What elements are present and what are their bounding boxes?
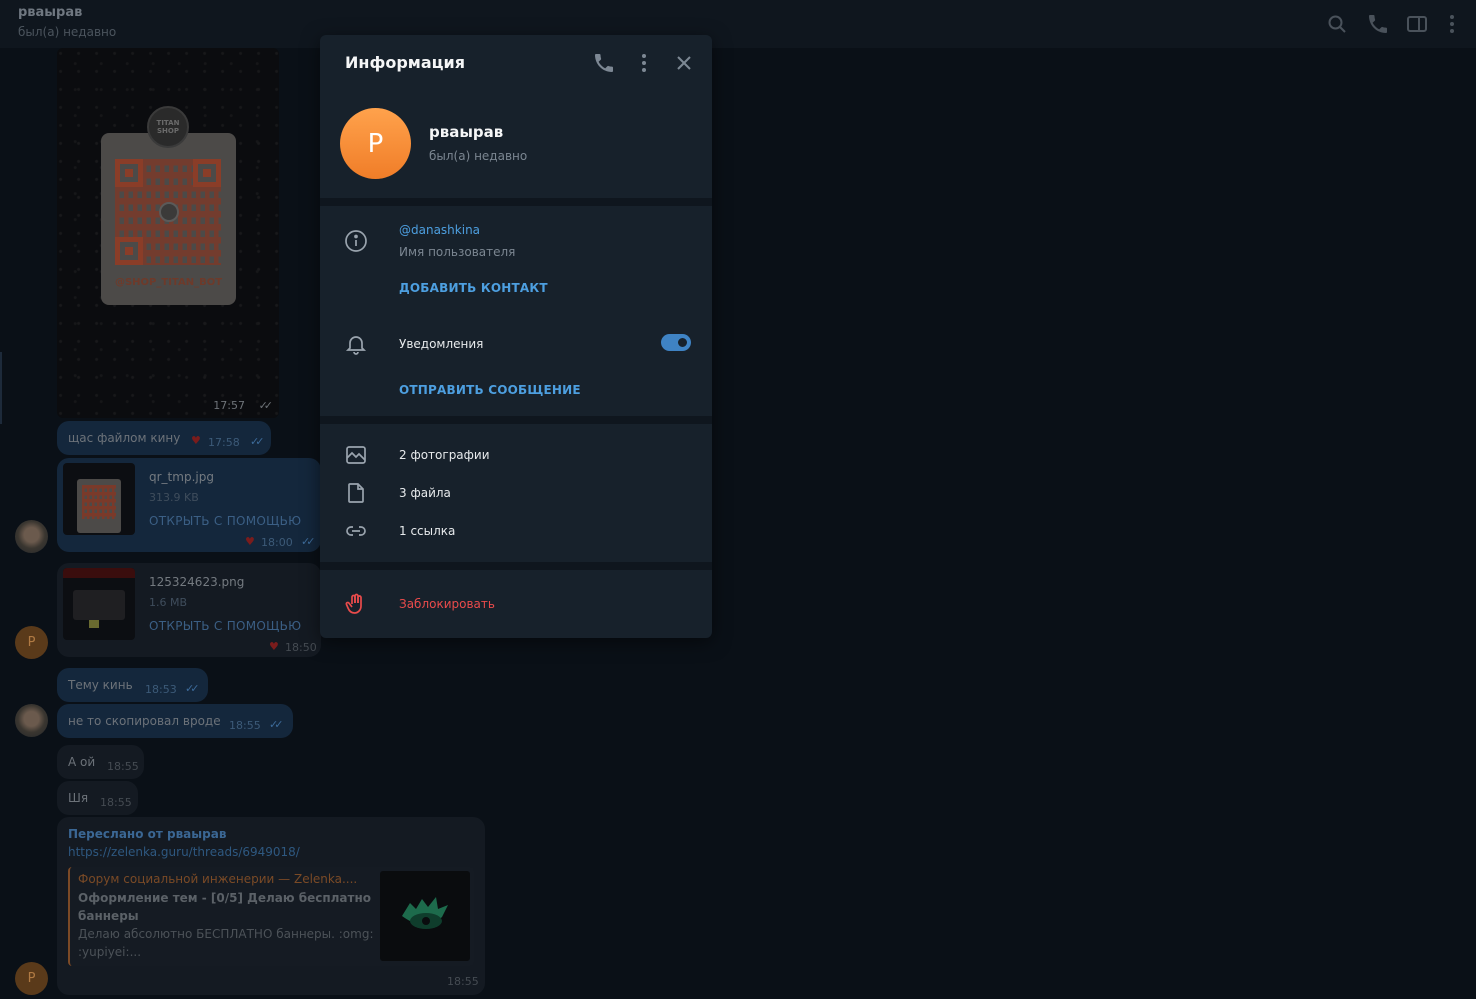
file-size: 1.6 MB (149, 596, 188, 609)
message-bubble[interactable]: Тему кинь 18:53 ✓✓ (57, 668, 208, 702)
photo-icon (344, 443, 368, 467)
profile-status: был(а) недавно (429, 149, 528, 163)
divider (320, 562, 712, 570)
divider (320, 198, 712, 206)
links-count[interactable]: 1 ссылка (399, 524, 455, 538)
message-time: 18:53 (145, 683, 177, 696)
qr-corner (115, 237, 143, 265)
info-panel: Информация P рваырав был(а) недавно @dan… (320, 35, 712, 638)
message-time: 17:57 (213, 399, 245, 412)
profile-avatar[interactable]: P (340, 108, 411, 179)
message-time: 18:55 (100, 796, 132, 809)
chat-status: был(а) недавно (18, 25, 117, 39)
notifications-toggle[interactable] (661, 334, 691, 351)
preview-title: Форум социальной инженерии — Zelenka.... (78, 872, 358, 886)
divider (320, 416, 712, 424)
preview-description: Делаю абсолютно БЕСПЛАТНО баннеры. :omg:… (78, 927, 374, 959)
block-hand-icon (344, 592, 368, 616)
message-text: А ой (68, 755, 96, 769)
files-count[interactable]: 3 файла (399, 486, 451, 500)
open-with-button[interactable]: ОТКРЫТЬ С ПОМОЩЬЮ (149, 619, 301, 633)
link-icon (344, 519, 368, 543)
qr-code-card: @SHOP_TITAN_BOT (101, 133, 236, 305)
phone-icon[interactable] (592, 51, 616, 75)
notifications-label: Уведомления (399, 337, 484, 351)
preview-subtitle: Оформление тем - [0/5] Делаю бесплатно б… (78, 891, 372, 923)
read-ticks-icon: ✓✓ (269, 718, 284, 731)
search-icon[interactable] (1325, 12, 1349, 36)
file-message[interactable]: qr_tmp.jpg 313.9 KB ОТКРЫТЬ С ПОМОЩЬЮ ♥ … (57, 458, 321, 552)
chat-header: рваырав был(а) недавно (0, 0, 1476, 48)
telegram-logo-icon (159, 202, 179, 222)
message-time: 18:55 (447, 975, 479, 988)
qr-corner (115, 159, 143, 187)
file-message[interactable]: 125324623.png 1.6 MB ОТКРЫТЬ С ПОМОЩЬЮ ♥… (57, 563, 321, 657)
photos-count[interactable]: 2 фотографии (399, 448, 490, 462)
add-contact-button[interactable]: ДОБАВИТЬ КОНТАКТ (399, 281, 548, 295)
send-message-button[interactable]: ОТПРАВИТЬ СООБЩЕНИЕ (399, 383, 581, 397)
message-bubble[interactable]: А ой 18:55 (57, 745, 144, 779)
read-ticks-icon: ✓✓ (250, 435, 265, 448)
block-user-button[interactable]: Заблокировать (399, 597, 495, 611)
file-size: 313.9 KB (149, 491, 199, 504)
bell-icon (344, 332, 368, 356)
open-with-button[interactable]: ОТКРЫТЬ С ПОМОЩЬЮ (149, 514, 301, 528)
more-vertical-icon[interactable] (632, 51, 656, 75)
file-thumbnail[interactable] (63, 568, 135, 640)
read-ticks-icon: ✓✓ (258, 399, 274, 412)
preview-image (380, 871, 470, 961)
forwarded-message[interactable]: Переслано от рваырав https://zelenka.gur… (57, 817, 485, 995)
message-text: не то скопировал вроде (68, 714, 221, 728)
avatar[interactable] (15, 520, 48, 553)
shop-logo: TITAN SHOP (147, 106, 189, 148)
message-bubble[interactable]: не то скопировал вроде 18:55 ✓✓ (57, 704, 293, 738)
message-text: щас файлом кину (68, 431, 181, 445)
username-link[interactable]: @danashkina (399, 223, 480, 237)
panel-title: Информация (345, 53, 465, 72)
qr-label: @SHOP_TITAN_BOT (114, 277, 223, 288)
phone-icon[interactable] (1366, 12, 1390, 36)
file-icon (344, 481, 368, 505)
heart-reaction-icon[interactable]: ♥ (245, 535, 255, 548)
heart-reaction-icon[interactable]: ♥ (269, 640, 279, 653)
message-text: Шя (68, 791, 89, 805)
message-link[interactable]: https://zelenka.guru/threads/6949018/ (68, 845, 300, 859)
message-time: 17:58 (208, 436, 240, 449)
profile-name: рваырав (429, 123, 504, 141)
heart-reaction-icon[interactable]: ♥ (191, 434, 201, 447)
read-ticks-icon: ✓✓ (301, 535, 316, 548)
file-name: qr_tmp.jpg (149, 470, 214, 484)
avatar[interactable]: P (15, 962, 48, 995)
message-time: 18:00 (261, 536, 293, 549)
qr-corner (193, 159, 221, 187)
message-time: 18:55 (229, 719, 261, 732)
photo-message[interactable]: @SHOP_TITAN_BOT TITAN SHOP 17:57 ✓✓ (57, 48, 279, 418)
message-bubble[interactable]: щас файлом кину ♥ 17:58 ✓✓ (57, 421, 271, 455)
more-vertical-icon[interactable] (1440, 12, 1464, 36)
scroll-indicator (0, 352, 2, 424)
username-label: Имя пользователя (399, 245, 516, 259)
avatar[interactable] (15, 704, 48, 737)
info-icon (344, 229, 368, 253)
avatar[interactable]: P (15, 626, 48, 659)
toggle-knob (675, 335, 690, 350)
message-bubble[interactable]: Шя 18:55 (57, 781, 138, 815)
close-icon[interactable] (672, 51, 696, 75)
read-ticks-icon: ✓✓ (185, 682, 200, 695)
forwarded-from[interactable]: Переслано от рваырав (68, 827, 226, 841)
message-text: Тему кинь (68, 678, 133, 692)
sidebar-toggle-icon[interactable] (1405, 12, 1429, 36)
file-name: 125324623.png (149, 575, 245, 589)
link-preview[interactable]: Форум социальной инженерии — Zelenka....… (68, 867, 474, 966)
file-thumbnail[interactable] (63, 463, 135, 535)
chat-title[interactable]: рваырав (18, 5, 82, 20)
message-time: 18:50 (285, 641, 317, 654)
message-time: 18:55 (107, 760, 139, 773)
